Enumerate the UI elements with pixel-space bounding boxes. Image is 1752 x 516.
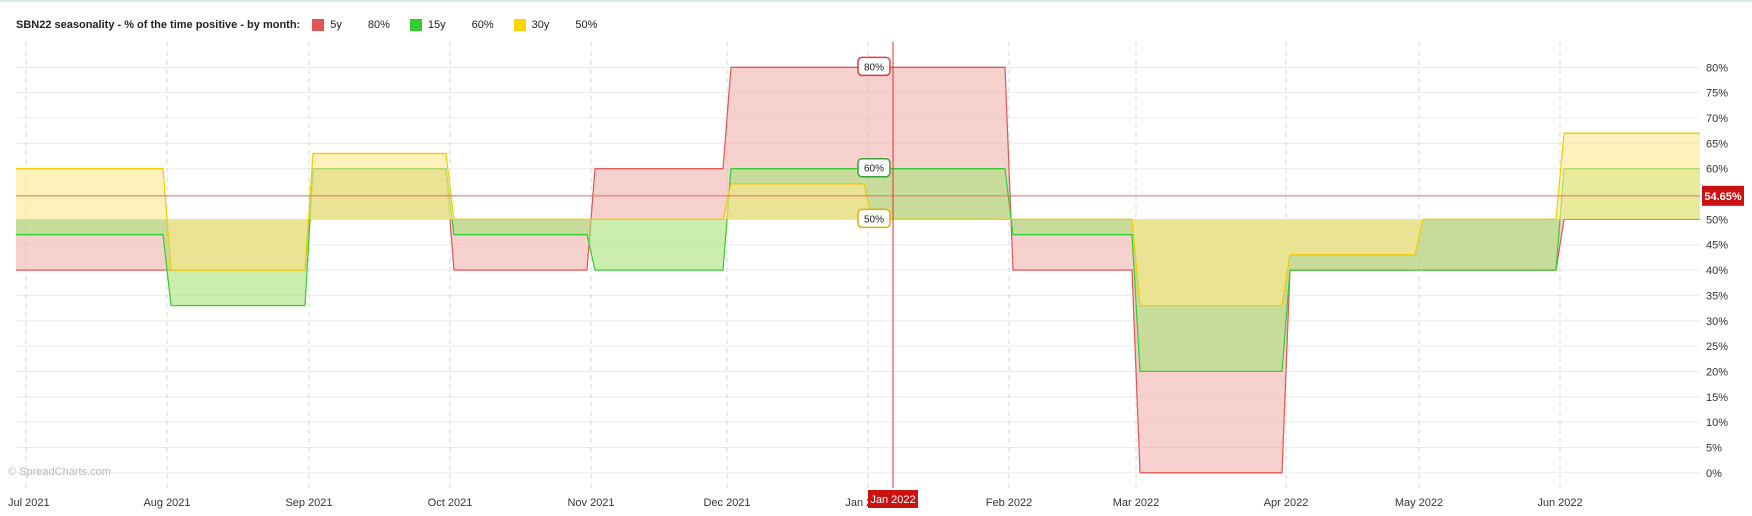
crosshair-x-badge: Jan 2022 (868, 490, 918, 508)
point-label-15y: 60% (857, 157, 891, 178)
point-label-text: 60% (864, 164, 884, 175)
x-tick-label: Sep 2021 (285, 497, 332, 509)
y-tick-label: 5% (1706, 442, 1722, 454)
x-tick-label: Oct 2021 (428, 497, 473, 509)
x-tick-label: Jul 2021 (8, 497, 50, 509)
y-tick-label: 75% (1706, 88, 1728, 100)
y-tick-label: 25% (1706, 341, 1728, 353)
point-label-text: 50% (864, 214, 884, 225)
y-tick-label: 45% (1706, 240, 1728, 252)
point-label-30y: 50% (857, 208, 891, 229)
y-tick-label: 30% (1706, 316, 1728, 328)
x-tick-label: Dec 2021 (703, 497, 750, 509)
x-tick-label: Aug 2021 (143, 497, 190, 509)
y-tick-label: 15% (1706, 392, 1728, 404)
seasonality-chart[interactable]: 0%5%10%15%20%25%30%35%40%45%50%55%60%65%… (0, 0, 1752, 516)
x-tick-label: Feb 2022 (986, 497, 1032, 509)
point-label-text: 80% (864, 62, 884, 73)
y-tick-label: 60% (1706, 164, 1728, 176)
y-tick-label: 10% (1706, 417, 1728, 429)
y-tick-label: 65% (1706, 138, 1728, 150)
x-tick-label: May 2022 (1395, 497, 1443, 509)
y-tick-label: 50% (1706, 214, 1728, 226)
crosshair-y-badge-text: 54.65% (1704, 191, 1742, 203)
crosshair-x-badge-text: Jan 2022 (870, 494, 915, 506)
y-tick-label: 35% (1706, 290, 1728, 302)
x-tick-label: Apr 2022 (1264, 497, 1309, 509)
y-tick-label: 70% (1706, 113, 1728, 125)
y-tick-label: 0% (1706, 468, 1722, 480)
x-tick-label: Jun 2022 (1537, 497, 1582, 509)
x-tick-label: Mar 2022 (1113, 497, 1159, 509)
y-tick-label: 80% (1706, 62, 1728, 74)
y-tick-label: 20% (1706, 366, 1728, 378)
watermark: © SpreadCharts.com (8, 466, 111, 478)
point-label-5y: 80% (857, 56, 891, 77)
crosshair-y-badge: 54.65% (1702, 185, 1744, 206)
x-tick-label: Nov 2021 (567, 497, 614, 509)
y-tick-label: 40% (1706, 265, 1728, 277)
